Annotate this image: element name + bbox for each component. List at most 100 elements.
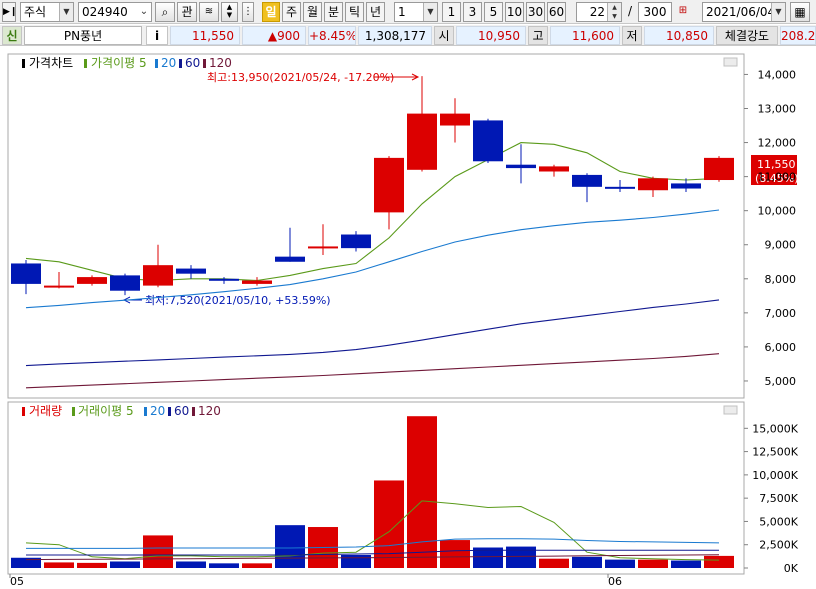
legend-price: 가격차트 — [29, 56, 73, 70]
unit-select[interactable]: 1 ▼ — [394, 2, 438, 22]
volume-bar — [638, 559, 668, 568]
volume-bar — [539, 558, 569, 568]
price-pane-menu-icon[interactable] — [723, 57, 738, 67]
stock-name: PN풍년 — [24, 26, 142, 45]
search-icon: ⌕ — [161, 5, 169, 19]
price-tag-value: 11,550 — [757, 158, 796, 171]
candle-body — [704, 157, 734, 181]
volume-bar — [704, 555, 734, 568]
unit-1-button[interactable]: 1 — [442, 2, 461, 22]
price-tick-label: 7,000 — [765, 307, 797, 320]
bars-total-input[interactable]: 300 — [638, 2, 672, 22]
legend-marker — [84, 59, 87, 68]
x-tick-label: 06 — [608, 575, 622, 588]
unit-3-button[interactable]: 3 — [463, 2, 482, 22]
volume-bar — [275, 525, 305, 568]
candle-body — [638, 178, 668, 191]
legend-vma60: 60 — [174, 404, 189, 418]
volume-tick-label: 15,000K — [752, 422, 798, 435]
legend-vma120: 120 — [198, 404, 221, 418]
strength-label: 체결강도 — [716, 26, 778, 45]
period-minute-button[interactable]: 분 — [324, 2, 343, 22]
legend-marker — [192, 407, 195, 416]
trade-volume: 1,308,177 — [358, 26, 432, 45]
unit-30-button[interactable]: 30 — [526, 2, 545, 22]
volume-bar — [671, 560, 701, 568]
zoom-icon[interactable]: ⊞ — [674, 2, 692, 22]
period-tick-button[interactable]: 틱 — [345, 2, 364, 22]
volume-bar — [440, 540, 470, 568]
code-input-value: 024940 — [82, 5, 128, 19]
low-price: 10,850 — [644, 26, 714, 45]
period-day-button[interactable]: 일 — [262, 2, 280, 22]
chevron-down-icon: ▼ — [771, 3, 785, 21]
legend-marker — [22, 59, 25, 68]
price-tick-label: 11,000 — [758, 171, 797, 184]
volume-bar — [44, 562, 74, 568]
period-month-button[interactable]: 월 — [303, 2, 322, 22]
code-input[interactable]: 024940 ⌄ — [78, 2, 152, 22]
credit-badge: 신 — [2, 26, 22, 45]
code-stepper[interactable]: ▲ ▼ — [221, 2, 238, 22]
candle-body — [440, 113, 470, 126]
candle-body — [11, 263, 41, 284]
stepper-down-icon: ▼ — [226, 11, 233, 19]
low-label: 저 — [622, 26, 642, 45]
slash-label: / — [627, 4, 633, 18]
more-icon: ⋮ — [243, 6, 253, 17]
price-tick-label: 14,000 — [758, 68, 797, 81]
volume-bar — [242, 563, 272, 568]
bars-shown-input[interactable]: 22 ▲ ▼ — [576, 2, 622, 22]
candle-body — [308, 246, 338, 249]
legend-marker — [72, 407, 75, 416]
volume-bar — [374, 480, 404, 568]
volume-pane-menu-icon[interactable] — [723, 405, 738, 415]
legend-ma60: 60 — [185, 56, 200, 70]
candle-body — [374, 157, 404, 213]
toggle-sidebar-icon[interactable]: ▶❙ — [2, 2, 16, 22]
chevron-down-icon: ▼ — [423, 3, 437, 21]
unit-60-button[interactable]: 60 — [547, 2, 566, 22]
stock-chart[interactable]: 가격차트 가격이평 5 20 60 120 거래량 거래이평 5 20 60 1… — [0, 47, 816, 589]
quote-bar: 신 PN풍년 i 11,550 ▲900 +8.45% 1,308,177 시 … — [0, 25, 816, 46]
price-tick-label: 13,000 — [758, 102, 797, 115]
volume-bar — [605, 559, 635, 568]
chart-toolbar: ▶❙ 주식 ▼ 024940 ⌄ ⌕ 관 ≋ ▲▼ ⋮ 일 주 월 분 틱 년 … — [0, 0, 816, 24]
period-week-button[interactable]: 주 — [282, 2, 301, 22]
high-label: 고 — [528, 26, 548, 45]
date-picker[interactable]: 2021/06/04 ▼ — [702, 2, 786, 22]
refresh-button[interactable]: ≋ — [199, 2, 219, 22]
current-price: 11,550 — [170, 26, 240, 45]
candle-body — [209, 278, 239, 281]
high-price: 11,600 — [550, 26, 620, 45]
calendar-button[interactable]: ▦ — [790, 2, 810, 22]
more-button[interactable]: ⋮ — [242, 2, 254, 22]
volume-tick-label: 5,000K — [759, 515, 798, 528]
chevron-down-icon: ⌄ — [137, 3, 151, 21]
period-year-button[interactable]: 년 — [366, 2, 385, 22]
volume-tick-label: 10,000K — [752, 469, 798, 482]
volume-tick-label: 7,500K — [759, 492, 798, 505]
date-value: 2021/06/04 — [706, 5, 776, 19]
price-tick-label: 5,000 — [765, 375, 797, 388]
unit-10-button[interactable]: 10 — [505, 2, 524, 22]
volume-tick-label: 2,500K — [759, 539, 798, 552]
market-select[interactable]: 주식 ▼ — [20, 2, 74, 22]
legend-marker — [179, 59, 182, 68]
legend-ma20: 20 — [161, 56, 176, 70]
interest-button[interactable]: 관 — [177, 2, 197, 22]
volume-bar — [407, 416, 437, 568]
candle-body — [605, 186, 635, 189]
price-tick-label: 12,000 — [758, 137, 797, 150]
price-tick-label: 8,000 — [765, 273, 797, 286]
legend-marker — [155, 59, 158, 68]
candle-body — [341, 234, 371, 249]
x-tick-label: 05 — [10, 575, 24, 588]
candle-body — [77, 277, 107, 284]
unit-5-button[interactable]: 5 — [484, 2, 503, 22]
stock-info-button[interactable]: i — [146, 26, 168, 45]
strength-value: 208.2 — [780, 26, 816, 45]
candle-body — [572, 174, 602, 187]
legend-marker — [22, 407, 25, 416]
search-button[interactable]: ⌕ — [155, 2, 175, 22]
